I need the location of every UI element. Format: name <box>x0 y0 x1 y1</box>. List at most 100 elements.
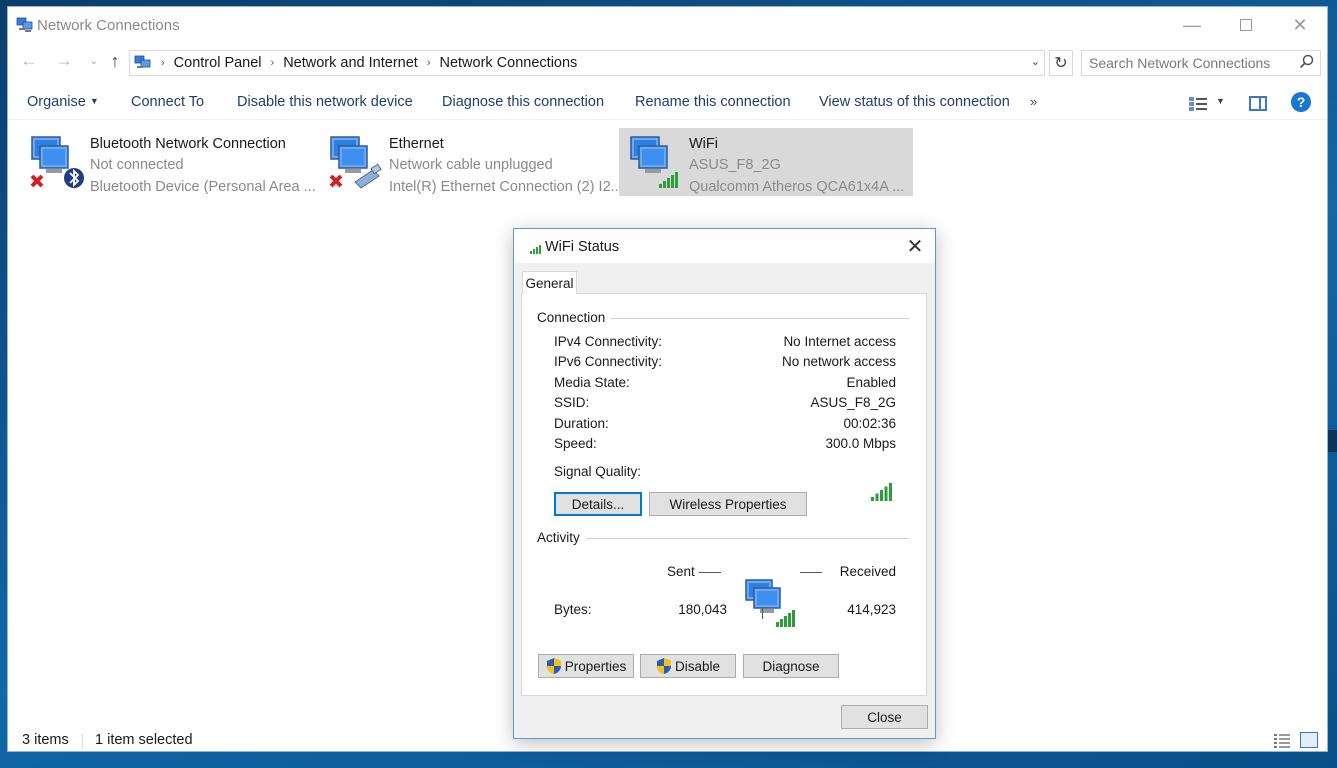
selection-count: 1 item selected <box>95 732 193 748</box>
signal-bar <box>871 497 874 501</box>
connection-device: Intel(R) Ethernet Connection (2) I2... <box>389 178 623 195</box>
tab-general[interactable]: General <box>522 271 577 294</box>
organise-menu[interactable]: Organise ▼ <box>27 94 99 110</box>
search-input[interactable] <box>1089 55 1289 71</box>
signal-bar <box>884 486 888 501</box>
signal-bar <box>889 483 892 501</box>
connect-to-button[interactable]: Connect To <box>131 94 204 110</box>
organise-label: Organise <box>27 94 86 110</box>
activity-divider-tick <box>762 607 763 619</box>
properties-label: Properties <box>564 658 627 674</box>
connection-device: Qualcomm Atheros QCA61x4A ... <box>689 178 905 195</box>
ethernet-network-icon <box>329 136 382 189</box>
rename-connection-button[interactable]: Rename this connection <box>635 94 791 110</box>
minimize-button[interactable]: — <box>1169 11 1215 39</box>
search-icon <box>1299 54 1314 69</box>
arrow-right-icon: → <box>55 51 73 70</box>
dialog-close-button[interactable]: ✕ <box>902 233 928 259</box>
navigation-bar: ← → ⌄ ↑ › Control Panel › Network and In… <box>8 47 1327 77</box>
disable-button[interactable]: Disable <box>640 654 736 678</box>
connection-device: Bluetooth Device (Personal Area ... <box>90 178 316 195</box>
view-options-caret-icon[interactable]: ▼ <box>1216 96 1225 106</box>
ssid-label: SSID: <box>554 395 590 410</box>
refresh-button[interactable]: ↻ <box>1049 50 1073 76</box>
speed-label: Speed: <box>554 436 597 451</box>
signal-icon <box>530 245 541 254</box>
title-bar[interactable]: Network Connections — ✕ <box>8 7 1327 43</box>
address-bar[interactable]: › Control Panel › Network and Internet ›… <box>129 50 1045 76</box>
breadcrumb-separator[interactable]: › <box>427 57 431 69</box>
refresh-icon: ↻ <box>1054 55 1068 72</box>
wifi-status-dialog: WiFi Status ✕ General Connection IPv4 Co… <box>513 228 936 739</box>
disable-device-button[interactable]: Disable this network device <box>237 94 413 110</box>
details-view-icon[interactable] <box>1273 733 1291 748</box>
media-state-label: Media State: <box>554 375 630 390</box>
connection-status: Network cable unplugged <box>389 157 553 173</box>
shield-icon <box>656 658 671 674</box>
dialog-close-action-button[interactable]: Close <box>841 705 928 729</box>
signal-quality-icon <box>871 483 892 501</box>
network-connections-icon <box>16 17 33 32</box>
dialog-body: General Connection IPv4 Connectivity: No… <box>514 263 935 738</box>
sent-label: Sent <box>667 564 695 579</box>
wireless-properties-button[interactable]: Wireless Properties <box>649 492 807 516</box>
forward-button[interactable]: → <box>52 49 76 73</box>
search-box[interactable] <box>1081 50 1321 76</box>
bytes-received-value: 414,923 <box>847 602 896 617</box>
preview-pane-icon[interactable] <box>1249 96 1267 111</box>
view-status-button[interactable]: View status of this connection <box>819 94 1010 110</box>
connection-item-ethernet[interactable]: Ethernet Network cable unplugged Intel(R… <box>319 128 623 196</box>
bytes-sent-value: 180,043 <box>678 602 727 617</box>
connection-name: Ethernet <box>389 136 444 152</box>
item-count: 3 items <box>22 732 69 748</box>
bluetooth-network-icon <box>30 136 84 188</box>
address-dropdown-icon[interactable]: ⌄ <box>1031 55 1040 68</box>
breadcrumb-network-connections[interactable]: Network Connections <box>439 55 577 71</box>
wifi-network-icon <box>630 136 678 188</box>
diagnose-button[interactable]: Diagnose <box>743 654 839 678</box>
disable-label: Disable <box>674 658 721 674</box>
status-divider <box>82 733 83 749</box>
activity-group-line <box>537 538 909 539</box>
close-window-button[interactable]: ✕ <box>1277 11 1323 39</box>
arrow-left-icon: ← <box>20 51 38 70</box>
duration-value: 00:02:36 <box>843 416 896 431</box>
arrow-up-icon: ↑ <box>110 50 120 71</box>
chevron-down-icon: ⌄ <box>89 55 99 67</box>
breadcrumb-separator: › <box>161 57 165 69</box>
activity-group-label: Activity <box>537 530 586 545</box>
shield-icon <box>546 658 561 674</box>
minimize-icon: — <box>1183 14 1201 35</box>
bytes-label: Bytes: <box>554 602 592 617</box>
breadcrumb-network-and-internet[interactable]: Network and Internet <box>283 55 418 71</box>
tiles-view-icon[interactable] <box>1300 732 1318 748</box>
up-button[interactable]: ↑ <box>103 49 127 73</box>
signal-quality-label: Signal Quality: <box>554 464 642 479</box>
connection-name: Bluetooth Network Connection <box>90 136 286 152</box>
ssid-value: ASUS_F8_2G <box>810 395 896 410</box>
dialog-title: WiFi Status <box>545 239 620 255</box>
breadcrumb-separator[interactable]: › <box>271 57 275 69</box>
general-tab-panel: Connection IPv4 Connectivity: No Interne… <box>521 293 927 696</box>
maximize-icon <box>1240 19 1252 31</box>
command-bar: Organise ▼ Connect To Disable this networ… <box>8 87 1327 120</box>
back-button[interactable]: ← <box>17 49 41 73</box>
maximize-button[interactable] <box>1223 11 1269 39</box>
diagnose-connection-button[interactable]: Diagnose this connection <box>442 94 604 110</box>
change-view-icon[interactable] <box>1188 96 1208 112</box>
signal-bar <box>880 490 883 501</box>
more-commands-icon[interactable]: » <box>1030 94 1037 109</box>
connection-item-wifi[interactable]: WiFi ASUS_F8_2G Qualcomm Atheros QCA61x4… <box>619 128 913 196</box>
breadcrumb-control-panel[interactable]: Control Panel <box>174 55 262 71</box>
help-icon[interactable]: ? <box>1291 92 1311 112</box>
connection-item-bluetooth[interactable]: Bluetooth Network Connection Not connect… <box>20 128 316 196</box>
sent-line <box>699 572 721 573</box>
ipv6-label: IPv6 Connectivity: <box>554 354 663 369</box>
window-title: Network Connections <box>37 17 180 34</box>
details-button[interactable]: Details... <box>554 492 642 516</box>
control-panel-icon <box>134 55 151 68</box>
properties-button[interactable]: Properties <box>538 654 634 678</box>
duration-label: Duration: <box>554 416 609 431</box>
desktop-wallpaper-accent <box>1327 430 1337 452</box>
connection-status: ASUS_F8_2G <box>689 157 781 173</box>
